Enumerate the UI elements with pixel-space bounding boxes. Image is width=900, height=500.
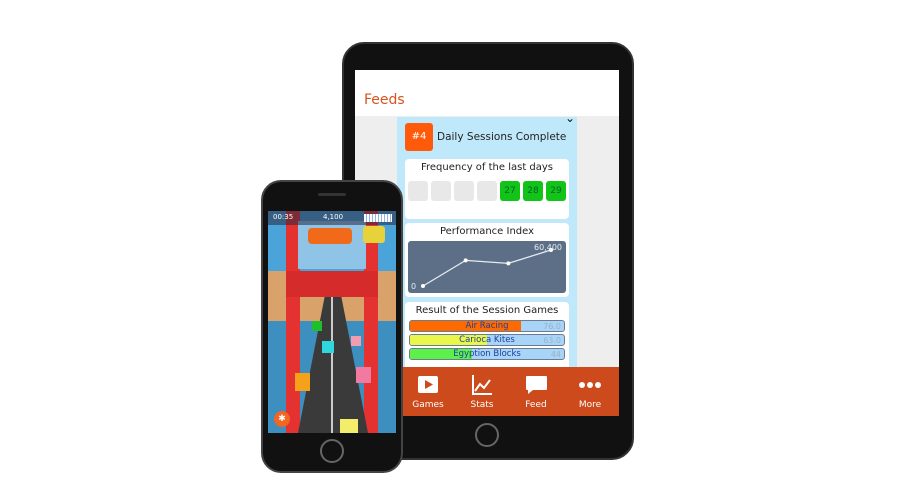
tab-bar: Games Stats Feed More — [401, 367, 619, 416]
bridge-beam — [286, 271, 378, 297]
score: 4,100 — [323, 213, 344, 221]
car — [340, 419, 358, 433]
car — [351, 336, 361, 346]
game-name: Air Racing — [465, 321, 509, 331]
feed-card: ⌄ #4 Daily Sessions Complete Frequency o… — [397, 111, 577, 382]
day-cell: 29 — [546, 181, 566, 201]
results-title: Result of the Session Games — [415, 305, 559, 316]
tab-stats[interactable]: Stats — [455, 367, 509, 416]
card-title: Daily Sessions Complete — [437, 131, 567, 143]
game-score: 63.0 — [543, 336, 561, 345]
header: Feeds — [355, 70, 619, 116]
car — [322, 341, 334, 353]
tab-label: Stats — [470, 400, 494, 410]
phone-home-button[interactable] — [320, 439, 344, 463]
max-label: 60,400 — [534, 243, 562, 252]
day-cell: 27 — [500, 181, 520, 201]
min-label: 0 — [411, 282, 417, 291]
game-score: 44 — [550, 350, 561, 359]
day-cell — [431, 181, 451, 201]
day-cell — [454, 181, 474, 201]
fuel-gauge — [364, 214, 392, 222]
tab-games[interactable]: Games — [401, 367, 455, 416]
performance-title: Performance Index — [439, 226, 535, 237]
performance-point — [506, 261, 511, 266]
day-cell — [477, 181, 497, 201]
tab-feed[interactable]: Feed — [509, 367, 563, 416]
speech-bubble-icon — [526, 376, 547, 394]
car — [312, 321, 322, 331]
car — [356, 367, 371, 383]
tab-label: More — [578, 400, 602, 410]
day-cell: 28 — [523, 181, 543, 201]
runner-icon[interactable]: ✱ — [274, 411, 290, 427]
more-dots-icon — [579, 382, 601, 388]
play-icon — [418, 376, 438, 393]
performance-line — [422, 249, 552, 287]
performance-card: Performance Index 60,400 0 — [405, 223, 569, 297]
tab-more[interactable]: More — [563, 367, 617, 416]
game-result-bar: Air Racing 76.0 — [409, 320, 565, 332]
day-cell — [408, 181, 428, 201]
game-name: Carioca Kites — [459, 335, 515, 345]
chevron-down-icon[interactable]: ⌄ — [565, 111, 575, 125]
game-screen[interactable]: 00:35 4,100 ✱ — [268, 211, 396, 433]
timer: 00:35 — [273, 213, 294, 221]
frequency-title: Frequency of the last days — [420, 162, 554, 173]
chart-icon — [472, 375, 492, 395]
performance-chart: 60,400 0 — [408, 241, 566, 293]
rank-badge: #4 — [405, 123, 433, 151]
car — [363, 226, 385, 243]
tower-right — [364, 211, 378, 433]
game-score: 76.0 — [543, 322, 561, 331]
page-title: Feeds — [364, 92, 405, 108]
game-result-bar: Carioca Kites 63.0 — [409, 334, 565, 346]
performance-point — [421, 284, 425, 288]
car — [295, 373, 310, 391]
performance-point — [463, 258, 468, 263]
frequency-card: Frequency of the last days 27 28 29 — [405, 159, 569, 219]
lane-divider — [331, 297, 333, 433]
phone-speaker — [318, 193, 346, 196]
tab-label: Games — [412, 400, 444, 410]
player-car — [308, 228, 352, 244]
tablet-home-button[interactable] — [475, 423, 499, 447]
game-name: Egyption Blocks — [453, 349, 521, 359]
game-result-bar: Egyption Blocks 44 — [409, 348, 565, 360]
tab-label: Feed — [525, 400, 547, 410]
